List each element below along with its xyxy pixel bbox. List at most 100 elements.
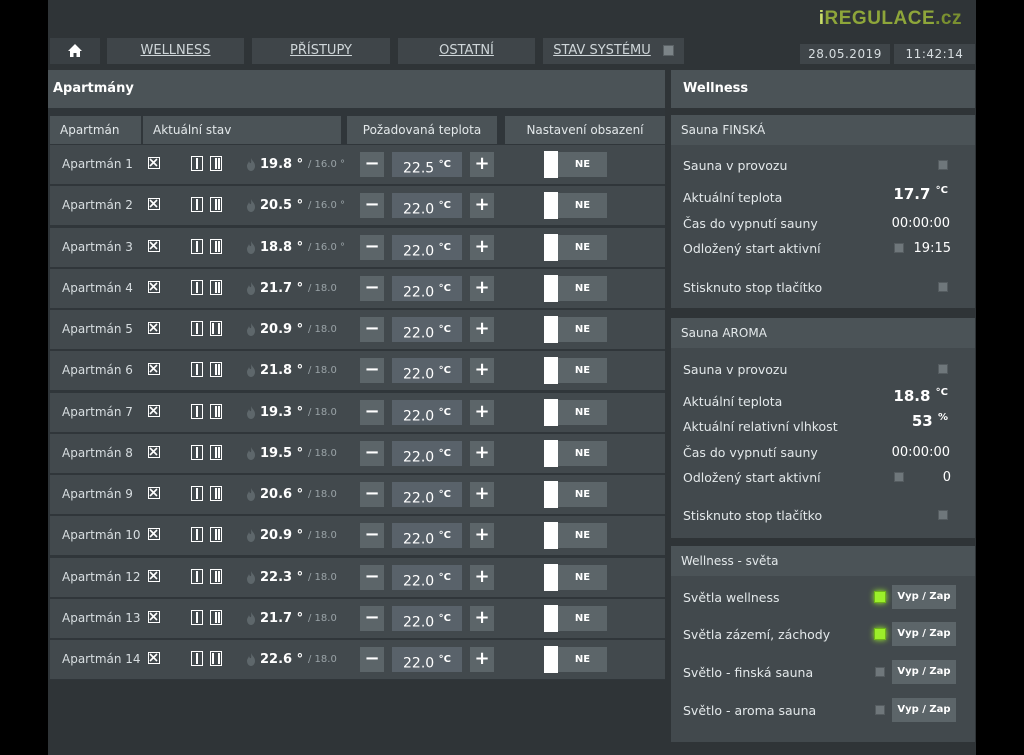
- tab-stav-systemu-label: STAV SYSTÉMU: [553, 43, 651, 58]
- decrease-temp-button[interactable]: −: [360, 358, 384, 384]
- decrease-temp-button[interactable]: −: [360, 234, 384, 260]
- flame-icon: [247, 199, 255, 213]
- finska-delayed-value: 19:15: [913, 241, 951, 256]
- col-occupancy: Nastavení obsazení: [505, 116, 665, 144]
- setpoint-number: 22.5: [403, 160, 435, 177]
- col-current-state: Aktuální stav: [143, 116, 341, 144]
- setpoint-value: 22.0 °C: [392, 275, 462, 301]
- increase-temp-button[interactable]: +: [470, 647, 494, 672]
- increase-temp-button[interactable]: +: [470, 275, 494, 301]
- flame-icon: [247, 364, 255, 378]
- apartment-row: Apartmán 1 19.8 °/ 16.0 ° −22.5 °C + NE: [50, 145, 665, 184]
- door-icon: [191, 444, 203, 460]
- light-toggle-button[interactable]: Vyp / Zap: [892, 585, 956, 609]
- toggle-knob: [544, 316, 558, 343]
- occupancy-toggle-label: NE: [574, 571, 591, 583]
- close-icon: [148, 322, 160, 334]
- decrease-temp-button[interactable]: −: [360, 399, 384, 425]
- occupancy-toggle-label: NE: [574, 241, 591, 253]
- setpoint-value: 22.0 °C: [392, 358, 462, 384]
- current-time: 11:42:14: [894, 44, 975, 64]
- tab-wellness[interactable]: WELLNESS: [107, 38, 244, 64]
- increase-temp-button[interactable]: +: [470, 317, 494, 342]
- window-icon: [210, 568, 222, 584]
- setpoint-number: 22.0: [403, 243, 435, 260]
- occupancy-toggle-label: NE: [574, 406, 591, 418]
- occupancy-toggle[interactable]: NE: [544, 192, 607, 220]
- tab-ostatni[interactable]: OSTATNÍ: [398, 38, 535, 64]
- tab-home[interactable]: [50, 38, 100, 64]
- apartment-name: Apartmán 6: [62, 363, 133, 378]
- occupancy-toggle[interactable]: NE: [544, 522, 607, 550]
- apartment-row: Apartmán 4 21.7 °/ 18.0−22.0 °C + NE: [50, 268, 665, 308]
- apartment-name: Apartmán 14: [62, 652, 141, 666]
- increase-temp-button[interactable]: +: [470, 152, 494, 177]
- occupancy-toggle[interactable]: NE: [544, 481, 607, 508]
- occupancy-toggle[interactable]: NE: [544, 151, 607, 178]
- setback-temperature: / 18.0: [308, 324, 337, 335]
- close-icon: [148, 157, 160, 169]
- finska-in-operation-label: Sauna v provozu: [683, 158, 788, 173]
- occupancy-toggle[interactable]: NE: [544, 398, 607, 426]
- apartment-row: Apartmán 3 18.8 °/ 16.0 ° −22.0 °C + NE: [50, 227, 665, 267]
- decrease-temp-button[interactable]: −: [360, 564, 384, 590]
- increase-temp-button[interactable]: +: [470, 564, 494, 590]
- tab-stav-systemu[interactable]: STAV SYSTÉMU: [543, 38, 684, 64]
- increase-temp-button[interactable]: +: [470, 193, 494, 219]
- close-icon: [148, 239, 160, 252]
- decrease-temp-button[interactable]: −: [360, 482, 384, 507]
- setback-temperature: / 18.0: [308, 282, 337, 294]
- aroma-stop-led: [938, 510, 948, 520]
- current-temperature: 20.9 °: [260, 322, 304, 337]
- occupancy-toggle[interactable]: NE: [544, 274, 607, 302]
- occupancy-toggle[interactable]: NE: [544, 604, 607, 632]
- occupancy-toggle[interactable]: NE: [544, 646, 607, 673]
- toggle-knob: [544, 563, 558, 591]
- increase-temp-button[interactable]: +: [470, 523, 494, 549]
- increase-temp-button[interactable]: +: [470, 440, 494, 466]
- increase-temp-button[interactable]: +: [470, 482, 494, 507]
- current-temperature: 20.9 °: [260, 528, 304, 544]
- decrease-temp-button[interactable]: −: [360, 317, 384, 342]
- increase-temp-button[interactable]: +: [470, 399, 494, 425]
- setpoint-unit: °C: [438, 654, 451, 665]
- window-icon: [210, 444, 222, 460]
- occupancy-toggle-label: NE: [574, 200, 591, 212]
- current-temperature: 20.6 °: [260, 487, 304, 502]
- window-icon: [210, 238, 222, 254]
- setpoint-value: 22.0 °C: [392, 647, 462, 672]
- close-icon: [148, 528, 160, 541]
- tab-pristupy[interactable]: PŘÍSTUPY: [252, 38, 390, 64]
- setpoint-unit: °C: [438, 159, 451, 170]
- door-icon: [191, 156, 203, 171]
- occupancy-toggle[interactable]: NE: [544, 316, 607, 343]
- occupancy-toggle[interactable]: NE: [544, 563, 607, 591]
- setpoint-number: 22.0: [403, 325, 435, 342]
- close-icon: [148, 445, 160, 458]
- decrease-temp-button[interactable]: −: [360, 275, 384, 301]
- light-label: Světlo - aroma sauna: [683, 703, 817, 718]
- aroma-time-value: 00:00:00: [891, 445, 950, 460]
- setpoint-value: 22.0 °C: [392, 523, 462, 549]
- decrease-temp-button[interactable]: −: [360, 605, 384, 631]
- light-toggle-button[interactable]: Vyp / Zap: [892, 622, 956, 646]
- increase-temp-button[interactable]: +: [470, 358, 494, 384]
- apartment-row: Apartmán 2 20.5 °/ 16.0 ° −22.0 °C + NE: [50, 186, 665, 226]
- decrease-temp-button[interactable]: −: [360, 193, 384, 219]
- decrease-temp-button[interactable]: −: [360, 152, 384, 177]
- occupancy-toggle[interactable]: NE: [544, 357, 607, 385]
- flame-icon: [247, 240, 255, 254]
- light-toggle-button[interactable]: Vyp / Zap: [892, 660, 956, 684]
- close-icon: [148, 487, 160, 499]
- decrease-temp-button[interactable]: −: [360, 440, 384, 466]
- increase-temp-button[interactable]: +: [470, 234, 494, 260]
- apartment-name: Apartmán 8: [62, 445, 133, 460]
- occupancy-toggle[interactable]: NE: [544, 439, 607, 467]
- setback-temperature: / 18.0: [308, 530, 337, 542]
- light-toggle-button[interactable]: Vyp / Zap: [892, 698, 956, 722]
- occupancy-toggle[interactable]: NE: [544, 233, 607, 261]
- decrease-temp-button[interactable]: −: [360, 647, 384, 672]
- decrease-temp-button[interactable]: −: [360, 523, 384, 549]
- setpoint-value: 22.0 °C: [392, 399, 462, 425]
- increase-temp-button[interactable]: +: [470, 605, 494, 631]
